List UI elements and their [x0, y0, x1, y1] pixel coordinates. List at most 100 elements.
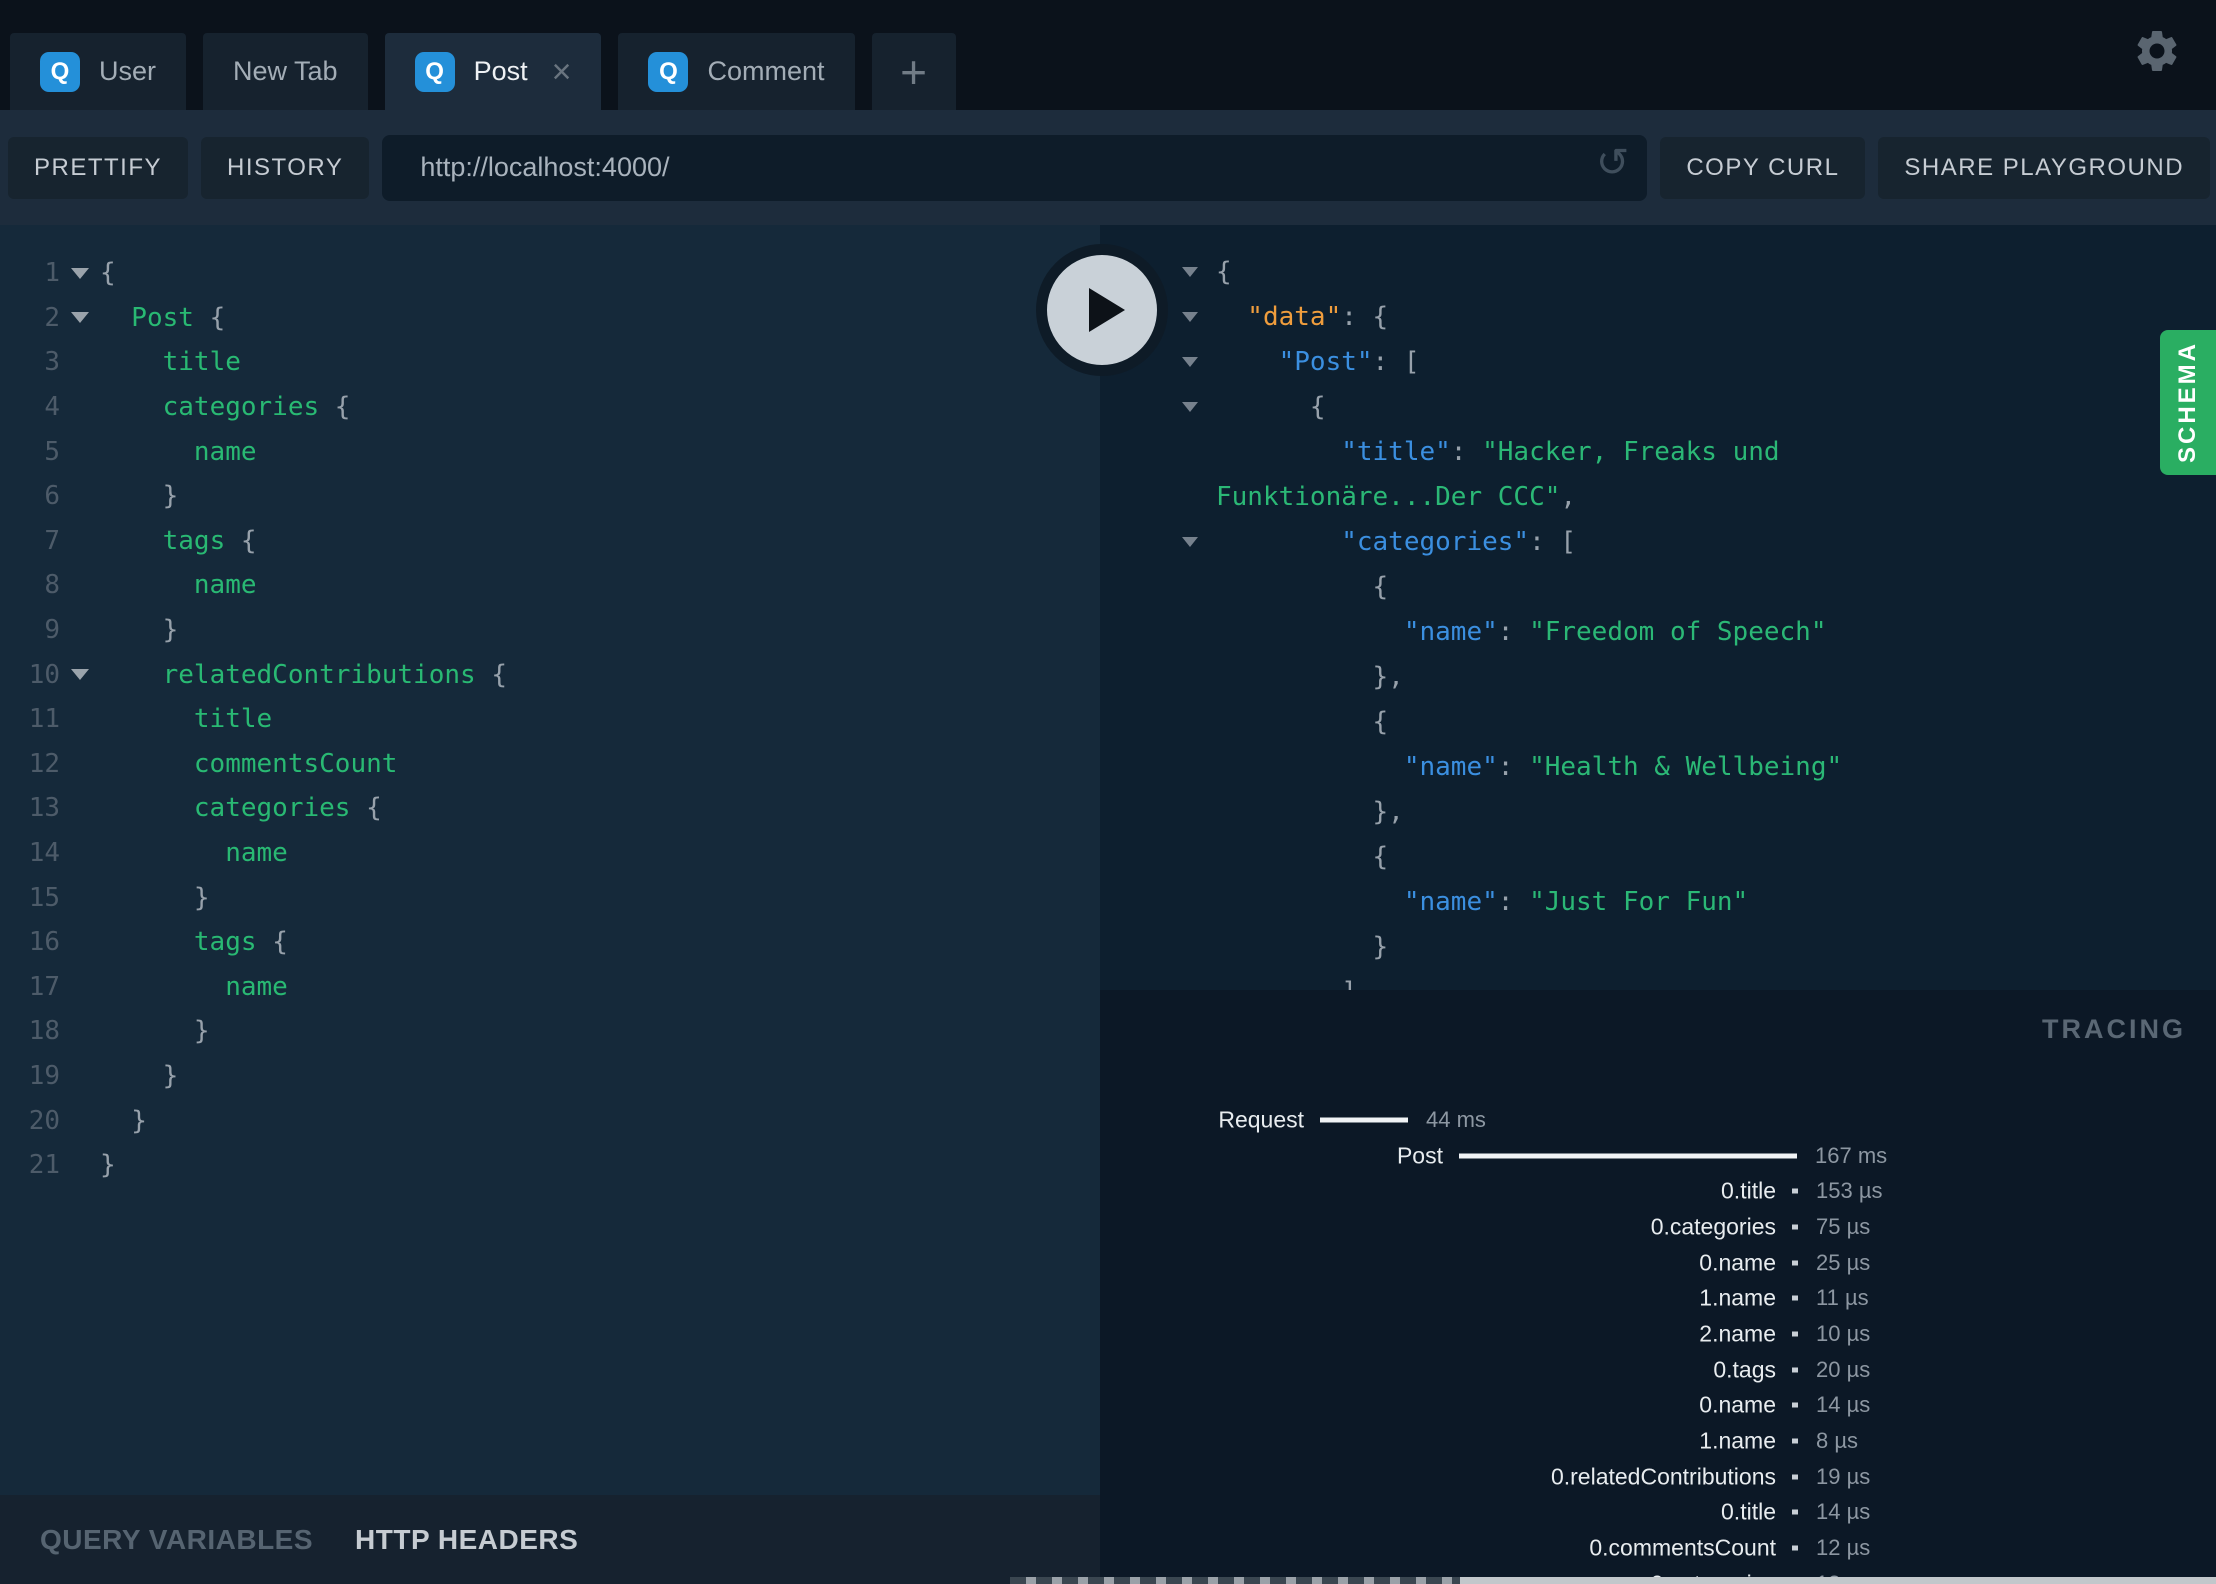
fold-arrow-icon[interactable]: [1182, 266, 1198, 277]
http-headers-button[interactable]: HTTP HEADERS: [355, 1524, 578, 1556]
toolbar: PRETTIFY HISTORY ↺ COPY CURL SHARE PLAYG…: [0, 110, 2216, 225]
tab-user[interactable]: Q User: [10, 33, 187, 110]
line-number: 9: [44, 615, 60, 646]
editor-line: 8 name: [0, 563, 1100, 608]
code-token: },: [1372, 661, 1404, 692]
line-number: 16: [28, 927, 60, 958]
editor-code: tags {: [100, 526, 257, 556]
fold-arrow-icon[interactable]: [1182, 356, 1198, 367]
editor-code: {: [100, 258, 116, 288]
fold-arrow-icon[interactable]: [1182, 536, 1198, 547]
editor-line: 20}: [0, 1098, 1100, 1143]
tab-post[interactable]: Q Post ×: [384, 33, 602, 110]
tracing-row: 0.commentsCount 12 µs: [1100, 1530, 2216, 1566]
response-code: "name": "Health & Wellbeing": [1216, 752, 1842, 782]
tracing-duration: 25 µs: [1816, 1249, 1871, 1275]
tracing-duration: 153 µs: [1816, 1178, 1883, 1204]
editor-line: 10 relatedContributions {: [0, 652, 1100, 697]
code-token: "Post": [1278, 346, 1373, 377]
tracing-dash: [1792, 1509, 1798, 1515]
tracing-row: 1.name 8 µs: [1100, 1423, 2216, 1459]
query-type-badge: Q: [648, 51, 689, 92]
code-token: "name": [1403, 886, 1498, 917]
tracing-row: 0.name 14 µs: [1100, 1388, 2216, 1424]
tracing-row-label: 0.commentsCount: [1589, 1534, 1776, 1561]
execute-query-button[interactable]: [1036, 244, 1168, 376]
response-line: {: [1100, 699, 2216, 744]
line-number: 8: [44, 570, 60, 601]
editor-line: 1{: [0, 251, 1100, 296]
clipped-bottom-strip: [1010, 1577, 2216, 1584]
line-number: 20: [28, 1105, 60, 1136]
response-code: {: [1216, 392, 1326, 422]
fold-arrow-icon[interactable]: [1182, 311, 1198, 322]
editor-code: }: [100, 1061, 179, 1091]
code-token: name: [193, 436, 257, 467]
editor-code: name: [100, 972, 288, 1002]
copy-curl-button[interactable]: COPY CURL: [1660, 136, 1866, 199]
editor-code: title: [100, 704, 272, 734]
tracing-duration: 10 µs: [1816, 1320, 1871, 1346]
tracing-row: 0.categories 75 µs: [1100, 1209, 2216, 1245]
code-token: : {: [1341, 301, 1389, 332]
response-line: ]: [1100, 969, 2216, 991]
tracing-row-label: 0.categories: [1650, 1213, 1776, 1240]
editor-line: 16 tags {: [0, 920, 1100, 965]
line-number: 13: [28, 793, 60, 824]
response-code: {: [1216, 257, 1232, 287]
tab-comment[interactable]: Q Comment: [618, 33, 855, 110]
settings-gear-icon[interactable]: [2132, 26, 2182, 76]
tracing-row-label: 0.tags: [1713, 1356, 1776, 1383]
code-token: }: [162, 615, 179, 646]
line-number: 18: [28, 1016, 60, 1047]
tracing-row: 0.title 153 µs: [1100, 1173, 2216, 1209]
tab-new-tab[interactable]: New Tab: [203, 33, 368, 110]
editor-code: categories {: [100, 392, 351, 423]
response-code: "name": "Just For Fun": [1216, 887, 1748, 917]
share-playground-button[interactable]: SHARE PLAYGROUND: [1878, 136, 2211, 199]
code-token: :: [1497, 616, 1530, 647]
fold-column: [60, 267, 100, 279]
fold-arrow-icon[interactable]: [71, 267, 89, 279]
add-tab-button[interactable]: +: [871, 33, 956, 110]
query-type-badge: Q: [40, 51, 80, 92]
code-token: categories: [193, 793, 367, 824]
fold-arrow-icon[interactable]: [71, 312, 89, 324]
line-number: 17: [28, 971, 60, 1002]
history-button[interactable]: HISTORY: [201, 136, 370, 199]
reload-schema-icon[interactable]: ↺: [1596, 143, 1630, 183]
tracing-title: TRACING: [2042, 1014, 2186, 1044]
code-token: ,: [1560, 481, 1577, 512]
close-tab-icon[interactable]: ×: [552, 55, 572, 89]
tab-bar: Q User New Tab Q Post × Q Comment +: [0, 0, 2216, 110]
schema-side-tab[interactable]: SCHEMA: [2160, 330, 2216, 475]
tracing-dash: [1792, 1438, 1798, 1444]
editor-line: 11 title: [0, 697, 1100, 742]
code-token: name: [225, 838, 288, 869]
response-code: {: [1216, 842, 1389, 872]
tracing-row: 0.name 25 µs: [1100, 1245, 2216, 1281]
code-token: Funktionäre...Der CCC": [1216, 481, 1561, 512]
fold-arrow-icon[interactable]: [1182, 401, 1198, 412]
tracing-row-label: Request: [1218, 1106, 1304, 1133]
fold-arrow-icon[interactable]: [71, 669, 89, 681]
tracing-row-label: 0.title: [1721, 1177, 1776, 1204]
query-variables-button[interactable]: QUERY VARIABLES: [40, 1524, 313, 1556]
prettify-button[interactable]: PRETTIFY: [8, 136, 189, 199]
tracing-row-label: 0.title: [1721, 1498, 1776, 1525]
response-line: "name": "Just For Fun": [1100, 879, 2216, 924]
code-token: ]: [1341, 977, 1357, 991]
schema-side-tab-label: SCHEMA: [2174, 341, 2201, 464]
code-token: {: [209, 302, 226, 333]
editor-code: relatedContributions {: [100, 660, 507, 690]
tracing-row: 2.name 10 µs: [1100, 1316, 2216, 1352]
editor-line: 2 Post {: [0, 296, 1100, 341]
query-editor-pane[interactable]: 1{2 Post {3 title 4 categories {5 name 6} 7 tags…: [0, 225, 1100, 1495]
tracing-row-label: 0.name: [1699, 1391, 1776, 1418]
code-token: {: [334, 392, 351, 423]
code-token: }: [193, 882, 210, 913]
code-token: tags: [193, 927, 273, 958]
endpoint-url-input[interactable]: [382, 134, 1648, 201]
code-token: }: [1372, 931, 1389, 962]
code-token: :: [1497, 886, 1530, 917]
